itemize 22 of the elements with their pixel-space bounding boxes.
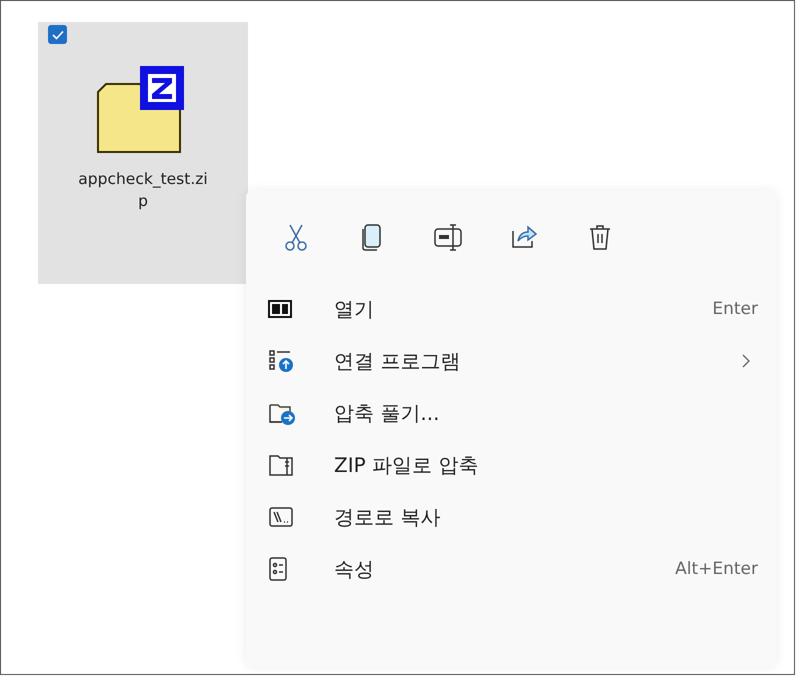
menu-item[interactable]: 연결 프로그램 — [268, 335, 758, 387]
checkmark-icon — [52, 30, 64, 40]
shortcut-label: Alt+Enter — [675, 559, 758, 579]
menu-item[interactable]: ZIP 파일로 압축 — [268, 439, 758, 491]
menu-item[interactable]: 경로로 복사 — [268, 491, 758, 543]
file-tile[interactable]: appcheck_test.zip — [38, 22, 248, 284]
scissors-icon — [284, 223, 308, 251]
file-name: appcheck_test.zip — [77, 169, 209, 212]
share-icon — [510, 223, 538, 251]
selection-checkbox[interactable] — [48, 25, 67, 44]
copy-icon — [361, 223, 383, 251]
properties-icon — [268, 556, 288, 582]
archive-app-icon — [268, 300, 292, 318]
menu-item[interactable]: 압축 풀기... — [268, 387, 758, 439]
zip-folder-icon — [268, 453, 294, 477]
path-icon — [268, 506, 294, 528]
menu-item[interactable]: 열기 Enter — [268, 283, 758, 335]
shortcut-label: Enter — [712, 299, 758, 319]
menu-item[interactable]: 속성 Alt+Enter — [268, 543, 758, 595]
apps-icon — [268, 349, 294, 373]
delete-icon — [588, 223, 612, 251]
rename-icon — [433, 223, 463, 251]
